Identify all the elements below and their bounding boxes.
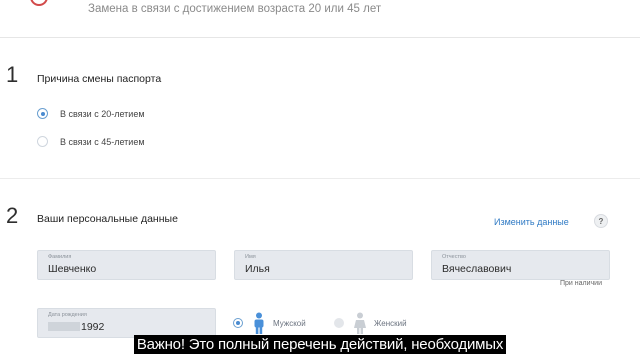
- coat-of-arms-icon: [30, 0, 48, 6]
- male-person-icon: [254, 312, 264, 334]
- reason-45-radio[interactable]: В связи с 45-летием: [37, 136, 145, 147]
- birthdate-value: 1992: [81, 321, 105, 333]
- header-divider: [0, 37, 640, 38]
- step-1-title: Причина смены паспорта: [37, 73, 162, 85]
- name-field[interactable]: Имя Илья: [234, 250, 413, 280]
- surname-value: Шевченко: [48, 263, 97, 275]
- gender-female-option[interactable]: Женский: [334, 312, 407, 334]
- name-value: Илья: [245, 263, 270, 275]
- gender-female-label: Женский: [374, 318, 407, 328]
- step-2-title: Ваши персональные данные: [37, 213, 178, 225]
- reason-20-radio[interactable]: В связи с 20-летием: [37, 108, 145, 119]
- surname-label: Фамилия: [48, 254, 72, 260]
- step-2-number: 2: [6, 203, 19, 228]
- video-subtitle-text: Важно! Это полный перечень действий, нео…: [133, 335, 507, 354]
- reason-45-label: В связи с 45-летием: [60, 136, 145, 147]
- service-subtitle: Замена в связи с достижением возраста 20…: [88, 3, 382, 15]
- birthdate-field[interactable]: Дата рождения 1992: [37, 308, 216, 338]
- gender-male-option[interactable]: Мужской: [233, 312, 306, 334]
- patronymic-field[interactable]: Отчество Вячеславович: [431, 250, 610, 280]
- section-divider: [0, 178, 640, 179]
- help-icon[interactable]: ?: [594, 214, 608, 228]
- patronymic-note: При наличии: [560, 280, 602, 287]
- reason-20-label: В связи с 20-летием: [60, 108, 145, 119]
- birthdate-value-wrap: 1992: [48, 321, 104, 333]
- edit-data-link[interactable]: Изменить данные: [494, 217, 569, 227]
- patronymic-label: Отчество: [442, 254, 466, 260]
- radio-checked-icon[interactable]: [37, 108, 48, 119]
- service-header: Замена в связи с достижением возраста 20…: [0, 0, 640, 22]
- radio-unchecked-icon[interactable]: [37, 136, 48, 147]
- gender-male-label: Мужской: [273, 318, 306, 328]
- birthdate-label: Дата рождения: [48, 312, 87, 318]
- step-1-number: 1: [6, 62, 19, 87]
- radio-checked-icon[interactable]: [233, 318, 243, 328]
- video-subtitle: Важно! Это полный перечень действий, нео…: [0, 335, 640, 354]
- name-label: Имя: [245, 254, 256, 260]
- patronymic-value: Вячеславович: [442, 263, 512, 275]
- blurred-date-mask: [48, 322, 80, 331]
- female-person-icon: [354, 312, 366, 334]
- surname-field[interactable]: Фамилия Шевченко: [37, 250, 216, 280]
- radio-unchecked-icon[interactable]: [334, 318, 344, 328]
